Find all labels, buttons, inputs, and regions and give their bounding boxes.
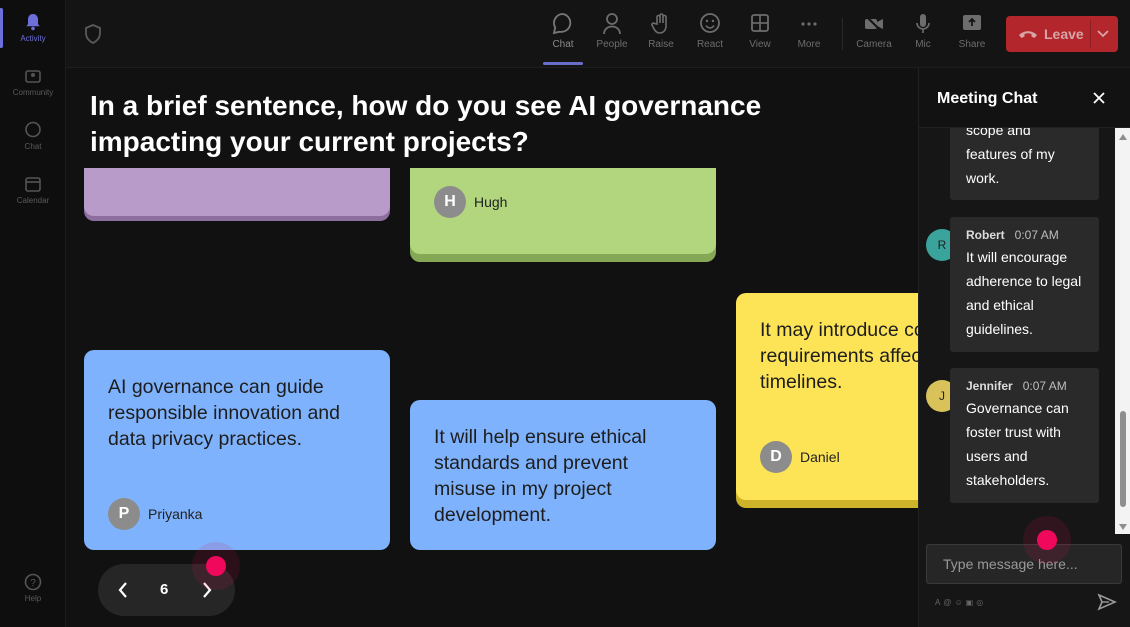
- rail-item-chat[interactable]: Chat: [0, 120, 66, 151]
- raise-hand-button[interactable]: Raise: [640, 12, 682, 50]
- message-time: 0:07 AM: [1022, 379, 1067, 393]
- pointer-highlight: [206, 556, 226, 576]
- chat-message: Robert 0:07 AM It will encourage adherenc…: [950, 217, 1099, 352]
- note-author: D Daniel: [760, 441, 840, 473]
- sticky-note-blue[interactable]: AI governance can guide responsible inno…: [84, 350, 390, 550]
- author-name: Priyanka: [148, 506, 203, 522]
- rail-item-help[interactable]: ? Help: [0, 572, 66, 603]
- note-text: AI governance can guide responsible inno…: [108, 376, 341, 450]
- chat-header: Meeting Chat: [919, 68, 1130, 128]
- chat-title: Meeting Chat: [937, 90, 1038, 107]
- message-time: 0:07 AM: [1014, 228, 1059, 242]
- scroll-thumb[interactable]: [1120, 411, 1126, 507]
- leave-divider: [1090, 20, 1091, 48]
- page-number: 6: [160, 581, 169, 598]
- chevron-left-icon[interactable]: [116, 580, 130, 600]
- rail-item-label: Chat: [24, 142, 42, 151]
- chat-icon: [25, 121, 41, 138]
- sticky-note-green[interactable]: H Hugh: [410, 168, 716, 254]
- note-author: H Hugh: [434, 186, 507, 218]
- smiley-icon: [700, 13, 720, 33]
- react-button[interactable]: React: [689, 12, 731, 50]
- sender-name: Jennifer: [966, 379, 1013, 393]
- rail-item-label: Help: [24, 594, 42, 603]
- view-button[interactable]: View: [739, 12, 781, 50]
- chat-message: scope and features of my work.: [950, 128, 1099, 200]
- scroll-down-arrow[interactable]: [1119, 524, 1127, 530]
- chevron-down-icon[interactable]: [1097, 29, 1109, 39]
- more-button[interactable]: More: [788, 12, 830, 50]
- left-rail: Activity Community Chat Calendar ? Help: [0, 0, 66, 627]
- avatar: D: [760, 441, 792, 473]
- pointer-highlight: [1037, 530, 1057, 550]
- chat-messages: scope and features of my work. R Robert 0…: [919, 128, 1130, 534]
- format-toolbar[interactable]: A@☺▣◎: [935, 598, 986, 607]
- message-text: Governance can foster trust with users a…: [966, 400, 1069, 488]
- avatar: P: [108, 498, 140, 530]
- scroll-up-arrow[interactable]: [1119, 134, 1127, 140]
- share-button[interactable]: Share: [951, 12, 993, 50]
- active-tab-indicator: [543, 62, 583, 65]
- whiteboard-stage: In a brief sentence, how do you see AI g…: [66, 68, 918, 627]
- rail-item-label: Activity: [20, 34, 46, 43]
- attach-icon[interactable]: @: [943, 598, 954, 607]
- mic-button[interactable]: Mic: [902, 12, 944, 50]
- rail-item-calendar[interactable]: Calendar: [0, 174, 66, 205]
- chevron-right-icon[interactable]: [200, 580, 214, 600]
- rail-item-label: Community: [12, 88, 54, 97]
- sticker-icon[interactable]: ◎: [976, 598, 986, 607]
- note-author: P Priyanka: [108, 498, 202, 530]
- sticky-note-yellow[interactable]: It may introduce compliance requirements…: [736, 293, 918, 500]
- more-dots-icon: [801, 22, 817, 26]
- author-name: Daniel: [800, 449, 840, 465]
- calendar-icon: [25, 177, 41, 192]
- bell-icon: [26, 14, 40, 31]
- sender-name: Robert: [966, 228, 1005, 242]
- message-text: It will encourage adherence to legal and…: [966, 249, 1082, 337]
- close-icon[interactable]: [1091, 90, 1107, 106]
- grid-view-icon: [751, 14, 769, 32]
- meeting-chat-panel: Meeting Chat scope and features of my wo…: [918, 68, 1130, 627]
- community-icon: [25, 70, 41, 83]
- help-icon: ?: [24, 573, 42, 591]
- toolbar-separator: [842, 18, 843, 50]
- svg-text:?: ?: [30, 578, 36, 589]
- message-input[interactable]: [926, 544, 1122, 584]
- sticky-note-purple[interactable]: [84, 168, 390, 216]
- chat-scrollbar[interactable]: [1115, 128, 1130, 534]
- shield-icon: [85, 24, 101, 44]
- emoji-icon[interactable]: ☺: [954, 598, 965, 607]
- rail-item-label: Calendar: [16, 196, 50, 205]
- avatar: H: [434, 186, 466, 218]
- camera-off-icon: [865, 15, 883, 33]
- leave-button[interactable]: Leave: [1006, 16, 1118, 52]
- gif-icon[interactable]: ▣: [966, 598, 977, 607]
- author-name: Hugh: [474, 194, 508, 210]
- rail-item-community[interactable]: Community: [0, 66, 66, 97]
- people-button[interactable]: People: [591, 12, 633, 50]
- chat-bubble-icon: [552, 13, 572, 35]
- note-text: It will help ensure ethical standards an…: [434, 426, 647, 526]
- sticky-note-blue[interactable]: It will help ensure ethical standards an…: [410, 400, 716, 550]
- send-icon[interactable]: [1097, 593, 1117, 611]
- message-meta: Jennifer 0:07 AM: [966, 378, 1083, 394]
- person-icon: [603, 13, 621, 35]
- share-screen-icon: [963, 15, 981, 30]
- meeting-toolbar: Chat People Raise React View More Camera…: [66, 0, 1130, 68]
- note-text: It may introduce compliance requirements…: [760, 319, 918, 393]
- chat-button[interactable]: Chat: [542, 12, 584, 50]
- camera-button[interactable]: Camera: [853, 12, 895, 50]
- rail-item-activity[interactable]: Activity: [0, 12, 66, 43]
- microphone-icon: [916, 14, 930, 33]
- hang-up-icon: [1019, 31, 1037, 38]
- hand-icon: [651, 13, 667, 34]
- chat-message: Jennifer 0:07 AM Governance can foster tr…: [950, 368, 1099, 503]
- message-meta: Robert 0:07 AM: [966, 227, 1083, 243]
- message-text: scope and features of my work.: [966, 128, 1055, 186]
- question-title: In a brief sentence, how do you see AI g…: [90, 90, 762, 157]
